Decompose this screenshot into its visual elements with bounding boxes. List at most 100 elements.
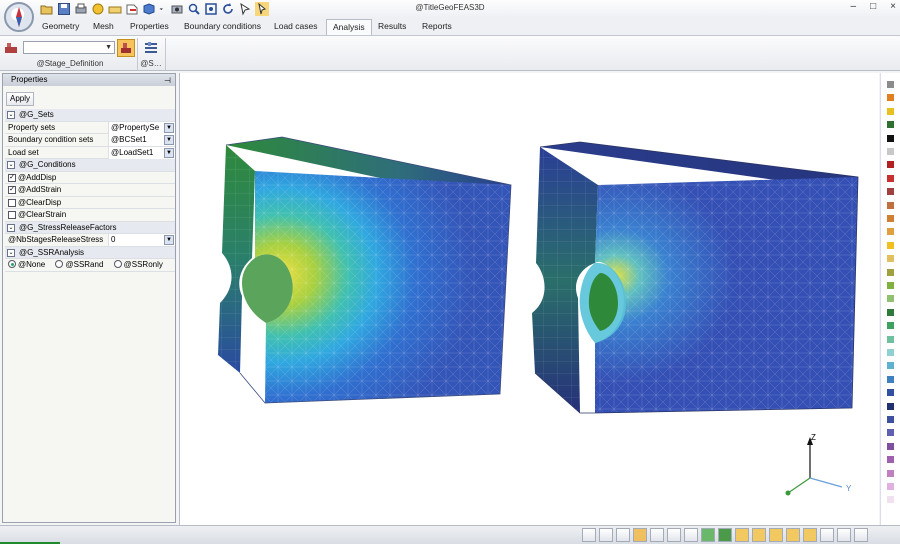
color-swatch[interactable]	[887, 322, 894, 330]
pin-icon[interactable]: ⊣	[164, 75, 171, 87]
stage-add-button[interactable]	[117, 39, 135, 57]
stage-select[interactable]: ▼	[23, 41, 115, 54]
group-icon[interactable]	[769, 528, 783, 542]
edge-icon[interactable]	[684, 528, 698, 542]
color-swatch[interactable]	[887, 349, 894, 356]
color-swatch[interactable]	[887, 161, 894, 169]
tab-load-cases[interactable]: Load cases	[268, 19, 323, 35]
view-list-icon[interactable]	[616, 528, 630, 542]
maximize-button[interactable]: □	[870, 1, 876, 12]
tab-analysis[interactable]: Analysis	[326, 19, 372, 35]
tab-reports[interactable]: Reports	[416, 19, 458, 35]
color-swatch[interactable]	[887, 94, 894, 102]
checkbox-row-add-disp[interactable]: ✓ @AddDisp	[5, 172, 175, 184]
color-swatch[interactable]	[887, 268, 894, 276]
collapse-icon[interactable]: ⌄	[7, 111, 15, 119]
color-swatch[interactable]	[887, 228, 894, 236]
color-swatch[interactable]	[887, 469, 894, 477]
color-swatch[interactable]	[887, 201, 894, 209]
chevron-down-icon[interactable]: ▼	[164, 135, 174, 145]
property-sets-select[interactable]: @PropertySe ▼	[108, 121, 175, 134]
load-set-select[interactable]: @LoadSet1 ▼	[108, 146, 175, 159]
color-swatch[interactable]	[887, 188, 894, 196]
tab-geometry[interactable]: Geometry	[36, 19, 85, 35]
section-stress-release[interactable]: ⌄ @G_StressReleaseFactors	[5, 221, 175, 234]
color-swatch[interactable]	[887, 148, 894, 155]
collapse-icon[interactable]: ⌄	[7, 248, 15, 257]
view-grid-icon[interactable]	[582, 528, 596, 542]
color-swatch[interactable]	[887, 389, 894, 397]
node-icon[interactable]	[735, 528, 749, 542]
tab-results[interactable]: Results	[372, 19, 412, 35]
line-icon[interactable]	[667, 528, 681, 542]
chevron-down-icon[interactable]: ▼	[164, 122, 174, 133]
tab-mesh[interactable]: Mesh	[87, 19, 120, 35]
face-icon[interactable]	[701, 528, 715, 542]
window-icon[interactable]	[820, 528, 834, 542]
nb-stages-select[interactable]: 0 ▼	[108, 234, 175, 246]
checkbox-row-clear-disp[interactable]: @ClearDisp	[5, 197, 175, 209]
color-swatch[interactable]	[887, 496, 894, 504]
application-menu-button[interactable]	[4, 2, 34, 32]
bc-sets-select[interactable]: @BCSet1 ▼	[108, 134, 175, 146]
color-swatch[interactable]	[887, 442, 894, 450]
section-sets[interactable]: ⌄ @G_Sets	[5, 109, 175, 122]
boundary-icon[interactable]	[786, 528, 800, 542]
point-icon[interactable]	[650, 528, 664, 542]
color-swatch[interactable]	[887, 134, 894, 142]
clear-disp-checkbox[interactable]	[8, 198, 16, 207]
color-swatch[interactable]	[887, 282, 894, 289]
chevron-down-icon[interactable]: ▼	[164, 235, 174, 245]
color-swatch[interactable]	[887, 375, 894, 383]
solid-icon[interactable]	[718, 528, 732, 542]
checkbox-row-add-strain[interactable]: ✓ @AddStrain	[5, 184, 175, 197]
tab-boundary-conditions[interactable]: Boundary conditions	[178, 19, 267, 35]
color-swatch[interactable]	[887, 429, 894, 437]
model-left[interactable]	[218, 136, 512, 404]
minimize-button[interactable]: –	[851, 1, 857, 12]
panel-icon[interactable]	[837, 528, 851, 542]
add-strain-checkbox[interactable]: ✓	[8, 186, 16, 194]
color-swatch[interactable]	[887, 174, 894, 182]
radio-button[interactable]	[8, 260, 16, 268]
load-icon[interactable]	[803, 528, 817, 542]
layout-icon[interactable]	[854, 528, 868, 542]
checkbox-row-clear-strain[interactable]: @ClearStrain	[5, 209, 175, 222]
add-disp-checkbox[interactable]: ✓	[8, 173, 16, 182]
radio-ssronly[interactable]: @SSRonly	[113, 260, 163, 269]
radio-ssrand[interactable]: @SSRand	[55, 260, 103, 269]
element-icon[interactable]	[752, 528, 766, 542]
radio-button[interactable]	[55, 260, 64, 268]
color-swatch[interactable]	[887, 121, 894, 129]
color-swatch[interactable]	[887, 483, 894, 490]
color-swatch[interactable]	[887, 255, 894, 263]
color-swatch[interactable]	[887, 107, 894, 115]
stage-icon[interactable]	[4, 42, 18, 54]
radio-button[interactable]	[113, 260, 122, 268]
color-swatch[interactable]	[887, 335, 894, 343]
color-swatch[interactable]	[887, 362, 894, 370]
color-swatch[interactable]	[887, 81, 894, 88]
model-viewport[interactable]: Z Y	[179, 73, 879, 525]
section-ssr-analysis[interactable]: ⌄ @G_SSRAnalysis	[5, 246, 175, 259]
apply-button[interactable]: Apply	[6, 92, 34, 106]
color-swatch[interactable]	[887, 416, 894, 423]
color-swatch[interactable]	[887, 241, 894, 249]
color-swatch[interactable]	[887, 295, 894, 303]
view-dots-icon[interactable]	[599, 528, 613, 542]
settings-button[interactable]	[143, 40, 159, 56]
model-right[interactable]	[532, 141, 859, 414]
close-button[interactable]: ×	[890, 1, 896, 12]
color-swatch[interactable]	[887, 456, 894, 464]
collapse-icon[interactable]: ⌄	[7, 223, 15, 232]
color-swatch[interactable]	[887, 402, 894, 410]
collapse-icon[interactable]: ⌄	[7, 161, 15, 169]
color-swatch[interactable]	[887, 215, 894, 222]
clear-strain-checkbox[interactable]	[8, 211, 16, 219]
color-swatch[interactable]	[887, 308, 894, 316]
section-conditions[interactable]: ⌄ @G_Conditions	[5, 159, 175, 172]
view-shade-icon[interactable]	[633, 528, 647, 542]
radio-none[interactable]: @None	[8, 260, 45, 269]
tab-properties[interactable]: Properties	[124, 19, 175, 35]
chevron-down-icon[interactable]: ▼	[164, 147, 174, 158]
